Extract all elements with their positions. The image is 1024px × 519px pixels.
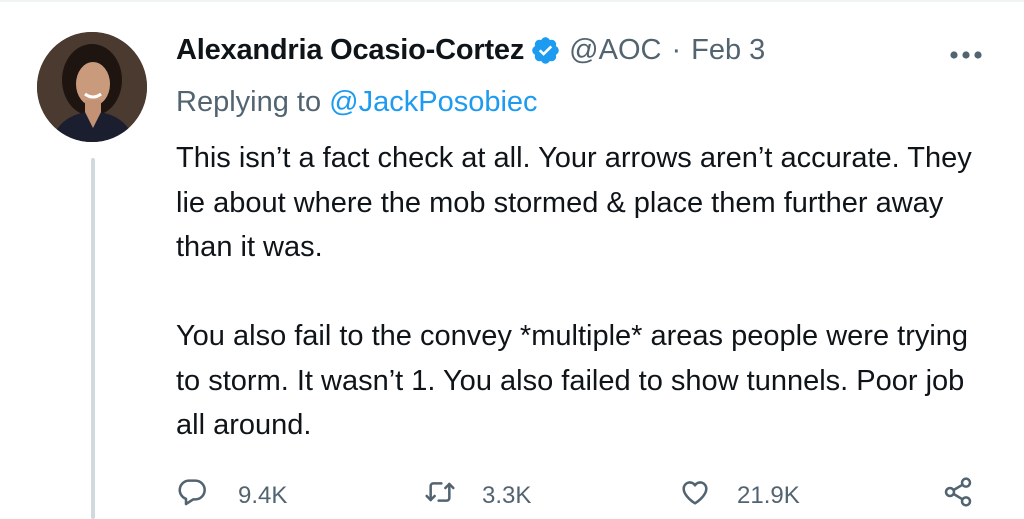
- author-name[interactable]: Alexandria Ocasio-Cortez: [176, 34, 524, 67]
- tweet-body: This isn’t a fact check at all. Your arr…: [176, 136, 996, 448]
- top-divider: [0, 0, 1024, 2]
- heart-icon: [679, 476, 711, 515]
- share-icon: [942, 476, 974, 515]
- avatar[interactable]: [37, 32, 147, 142]
- tweet-paragraph: You also fail to the convey *multiple* a…: [176, 320, 969, 441]
- like-count: 21.9K: [737, 481, 800, 509]
- tweet-date[interactable]: Feb 3: [691, 34, 765, 67]
- verified-badge-icon: [530, 35, 561, 66]
- retweet-icon: [424, 476, 456, 515]
- reply-button[interactable]: 9.4K: [176, 476, 287, 515]
- meta-separator: ·: [671, 34, 682, 66]
- like-button[interactable]: 21.9K: [679, 476, 800, 515]
- tweet-paragraph: This isn’t a fact check at all. Your arr…: [176, 142, 972, 263]
- avatar-image: [37, 32, 147, 142]
- replying-to: Replying to @JackPosobiec: [176, 86, 538, 119]
- share-button[interactable]: [942, 476, 974, 515]
- replying-to-label: Replying to: [176, 86, 322, 118]
- tweet-header: Alexandria Ocasio-Cortez @AOC · Feb 3: [176, 34, 765, 67]
- author-handle[interactable]: @AOC: [569, 34, 661, 67]
- more-horizontal-icon[interactable]: [946, 48, 986, 60]
- tweet-actions: 9.4K 3.3K 21.9K: [176, 476, 996, 516]
- retweet-count: 3.3K: [482, 481, 532, 509]
- retweet-button[interactable]: 3.3K: [424, 476, 531, 515]
- reply-bubble-icon: [176, 476, 208, 515]
- replying-to-handle[interactable]: @JackPosobiec: [329, 86, 537, 118]
- thread-line: [91, 158, 95, 519]
- reply-count: 9.4K: [238, 481, 288, 509]
